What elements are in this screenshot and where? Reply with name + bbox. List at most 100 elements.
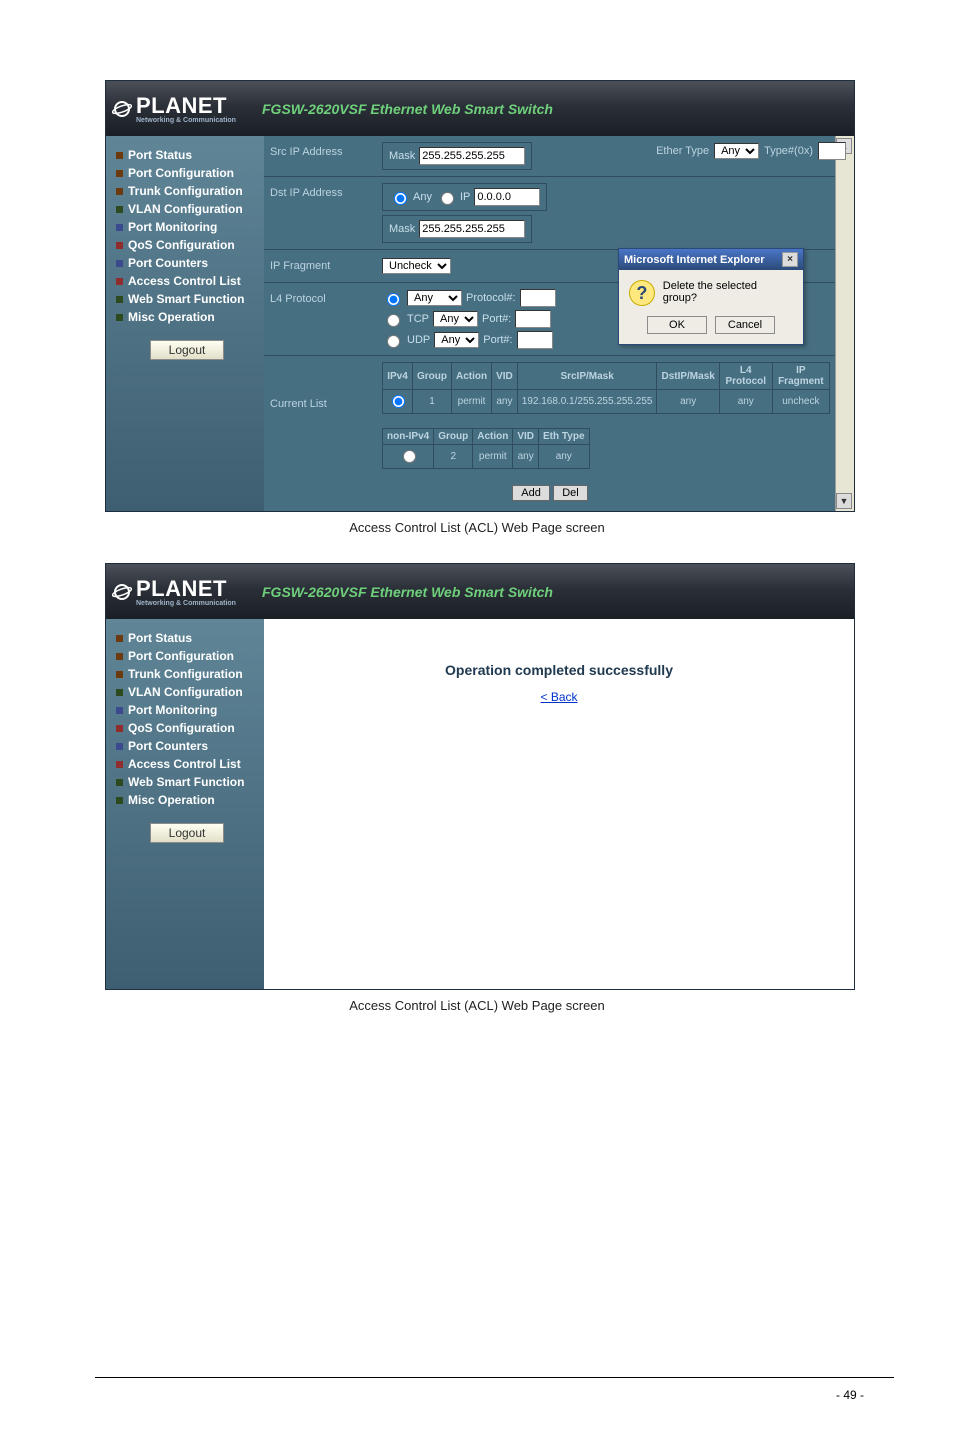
ether-type-label: Ether Type (656, 145, 709, 157)
mask-label-2: Mask (389, 223, 415, 235)
cell-group2: 2 (434, 445, 473, 469)
back-link[interactable]: < Back (540, 690, 577, 704)
sidebar-item-label: VLAN Configuration (128, 202, 243, 216)
nav-acl[interactable]: Access Control List (116, 755, 258, 773)
sidebar-item-label: QoS Configuration (128, 238, 235, 252)
nav-port-counters[interactable]: Port Counters (116, 254, 258, 272)
ip-fragment-select[interactable]: Uncheck (382, 258, 451, 274)
l4-udp-label: UDP (407, 334, 430, 346)
nav-port-monitoring[interactable]: Port Monitoring (116, 701, 258, 719)
sidebar-item-label: Port Monitoring (128, 703, 217, 717)
sidebar-item-label: Port Status (128, 631, 192, 645)
cell-action: permit (452, 390, 492, 414)
l4-any-radio[interactable] (387, 293, 400, 306)
th-action2: Action (473, 429, 513, 445)
nav-port-config[interactable]: Port Configuration (116, 647, 258, 665)
sidebar-item-label: Port Monitoring (128, 220, 217, 234)
del-button[interactable]: Del (553, 485, 588, 501)
sidebar-item-label: Trunk Configuration (128, 667, 243, 681)
sidebar-item-label: Access Control List (128, 274, 241, 288)
nav-qos-config[interactable]: QoS Configuration (116, 236, 258, 254)
page-number: - 49 - (836, 1388, 864, 1402)
logout-button[interactable]: Logout (150, 340, 225, 360)
current-list-label: Current List (264, 356, 376, 475)
nav-vlan-config[interactable]: VLAN Configuration (116, 200, 258, 218)
dialog-message: Delete the selected group? (663, 280, 793, 304)
screenshot-1: PLANET Networking & Communication FGSW-2… (105, 80, 855, 512)
figure-caption-1: Access Control List (ACL) Web Page scree… (0, 520, 954, 535)
nav-port-counters[interactable]: Port Counters (116, 737, 258, 755)
logout-button[interactable]: Logout (150, 823, 225, 843)
nav-port-status[interactable]: Port Status (116, 146, 258, 164)
l4-any-select[interactable]: Any (407, 290, 462, 306)
sidebar-item-label: Web Smart Function (128, 292, 244, 306)
question-icon: ? (629, 280, 655, 306)
add-button[interactable]: Add (512, 485, 550, 501)
confirm-dialog: Microsoft Internet Explorer × ? Delete t… (618, 248, 804, 345)
sidebar-item-label: QoS Configuration (128, 721, 235, 735)
th-group2: Group (434, 429, 473, 445)
ipv4-row-radio[interactable] (392, 395, 405, 408)
ok-button[interactable]: OK (647, 316, 707, 334)
nav-port-status[interactable]: Port Status (116, 629, 258, 647)
l4-udp-radio[interactable] (387, 335, 400, 348)
nav-misc[interactable]: Misc Operation (116, 791, 258, 809)
src-mask-input[interactable] (419, 147, 525, 165)
sidebar-item-label: VLAN Configuration (128, 685, 243, 699)
dst-ip-input[interactable] (474, 188, 540, 206)
nav-web-smart[interactable]: Web Smart Function (116, 773, 258, 791)
content-pane: ▲ ▼ Src IP Address Mask (264, 136, 854, 511)
brand-sub: Networking & Communication (136, 600, 236, 607)
cell-action2: permit (473, 445, 513, 469)
l4-udp-select[interactable]: Any (434, 332, 479, 348)
ether-type-select[interactable]: Any (714, 143, 759, 159)
th-vid2: VID (513, 429, 539, 445)
th-frag: IP Fragment (772, 363, 829, 390)
dst-ip-option-label: IP (460, 191, 470, 203)
nav-trunk-config[interactable]: Trunk Configuration (116, 182, 258, 200)
protocol-num-input[interactable] (520, 289, 556, 307)
cell-dst: any (657, 390, 719, 414)
cell-eth: any (539, 445, 589, 469)
th-action: Action (452, 363, 492, 390)
scrollbar[interactable]: ▲ ▼ (835, 136, 854, 511)
dst-ip-radio[interactable] (441, 192, 454, 205)
app-header: PLANET Networking & Communication FGSW-2… (106, 564, 854, 619)
nonipv4-row-radio[interactable] (403, 450, 416, 463)
sidebar-item-label: Port Status (128, 148, 192, 162)
nav-trunk-config[interactable]: Trunk Configuration (116, 665, 258, 683)
nav-web-smart[interactable]: Web Smart Function (116, 290, 258, 308)
l4-tcp-radio[interactable] (387, 314, 400, 327)
nav-misc[interactable]: Misc Operation (116, 308, 258, 326)
cell-l4: any (719, 390, 772, 414)
brand-sub: Networking & Communication (136, 117, 236, 124)
sidebar-item-label: Port Counters (128, 739, 208, 753)
th-l4: L4 Protocol (719, 363, 772, 390)
nav-acl[interactable]: Access Control List (116, 272, 258, 290)
nav-port-config[interactable]: Port Configuration (116, 164, 258, 182)
table-row: 1 permit any 192.168.0.1/255.255.255.255… (383, 390, 830, 414)
brand-text: PLANET (136, 93, 227, 118)
type-num-label: Type#(0x) (764, 145, 813, 157)
close-icon[interactable]: × (782, 252, 798, 267)
sidebar-item-label: Port Configuration (128, 166, 234, 180)
nav-vlan-config[interactable]: VLAN Configuration (116, 683, 258, 701)
product-title: FGSW-2620VSF Ethernet Web Smart Switch (262, 101, 553, 117)
app-header: PLANET Networking & Communication FGSW-2… (106, 81, 854, 136)
udp-port-input[interactable] (517, 331, 553, 349)
sidebar-item-label: Misc Operation (128, 793, 215, 807)
brand-logo: PLANET Networking & Communication (112, 93, 262, 124)
ipv4-list-table: IPv4 Group Action VID SrcIP/Mask DstIP/M… (382, 362, 830, 414)
type-num-input[interactable] (818, 142, 846, 160)
dst-mask-input[interactable] (419, 220, 525, 238)
sidebar: Port Status Port Configuration Trunk Con… (106, 619, 264, 989)
tcp-port-input[interactable] (515, 310, 551, 328)
dst-any-radio[interactable] (394, 192, 407, 205)
scroll-down-icon[interactable]: ▼ (836, 493, 852, 509)
cancel-button[interactable]: Cancel (715, 316, 775, 334)
brand-logo: PLANET Networking & Communication (112, 576, 262, 607)
l4-tcp-select[interactable]: Any (433, 311, 478, 327)
nav-port-monitoring[interactable]: Port Monitoring (116, 218, 258, 236)
nav-qos-config[interactable]: QoS Configuration (116, 719, 258, 737)
th-vid: VID (492, 363, 518, 390)
